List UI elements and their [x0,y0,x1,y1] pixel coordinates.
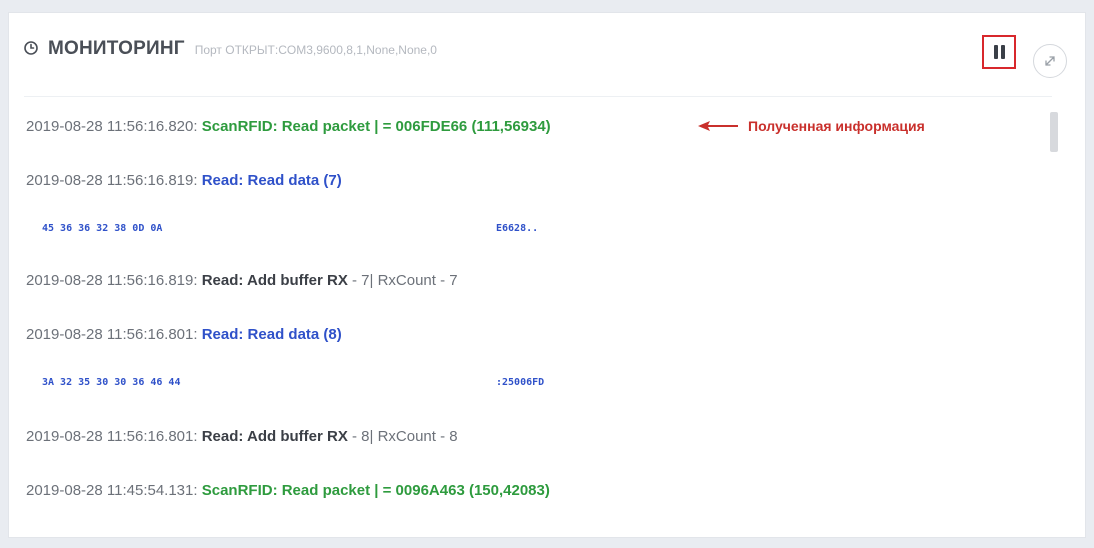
annotation-text: Полученная информация [748,118,925,134]
header-divider [24,96,1052,97]
expand-icon [1043,54,1057,68]
log-timestamp: 2019-08-28 11:56:16.801: [26,326,198,343]
log-entry: 2019-08-28 11:56:16.820: ScanRFID: Read … [26,118,551,135]
log-list: 2019-08-28 11:56:16.820: ScanRFID: Read … [26,100,1036,520]
log-timestamp: 2019-08-28 11:56:16.819: [26,272,198,289]
log-message: Read: Read data (8) [201,326,342,343]
log-entry: 2019-08-28 11:45:54.131: ScanRFID: Read … [26,482,550,499]
log-message: Read: Add buffer RX [201,272,348,289]
hex-ascii: :25006FD [496,377,545,388]
log-message: Read: Add buffer RX [201,428,348,445]
log-message: Read: Read data (7) [201,172,342,189]
log-entry: 2019-08-28 11:56:16.801: Read: Read data… [26,326,342,343]
hex-bytes: 45 36 36 32 38 0D 0A [42,223,163,234]
log-entry: 2019-08-28 11:56:16.819: Read: Add buffe… [26,272,458,289]
log-timestamp: 2019-08-28 11:56:16.801: [26,428,198,445]
hex-ascii: E6628.. [496,223,539,234]
clock-icon [24,41,38,55]
arrow-left-icon [696,120,740,132]
log-tail: - 7| RxCount - 7 [352,272,458,289]
pause-icon [992,45,1006,59]
port-status: Порт ОТКРЫТ:COM3,9600,8,1,None,None,0 [194,43,437,57]
log-timestamp: 2019-08-28 11:56:16.820: [26,118,198,135]
log-timestamp: 2019-08-28 11:45:54.131: [26,482,198,499]
pause-button[interactable] [982,35,1016,69]
log-message: ScanRFID: Read packet | = 0096A463 (150,… [201,482,550,499]
panel-header: МОНИТОРИНГ Порт ОТКРЫТ:COM3,9600,8,1,Non… [24,38,437,60]
hex-bytes: 3A 32 35 30 30 36 46 44 [42,377,181,388]
log-entry: 2019-08-28 11:56:16.819: Read: Read data… [26,172,342,189]
log-tail: - 8| RxCount - 8 [352,428,458,445]
log-entry: 2019-08-28 11:56:16.801: Read: Add buffe… [26,428,458,445]
panel-title: МОНИТОРИНГ [48,38,185,59]
scrollbar[interactable] [1050,112,1058,152]
received-info-annotation: Полученная информация [696,118,925,134]
log-message: ScanRFID: Read packet | = 006FDE66 (111,… [201,118,551,135]
expand-button[interactable] [1033,44,1067,78]
log-timestamp: 2019-08-28 11:56:16.819: [26,172,198,189]
